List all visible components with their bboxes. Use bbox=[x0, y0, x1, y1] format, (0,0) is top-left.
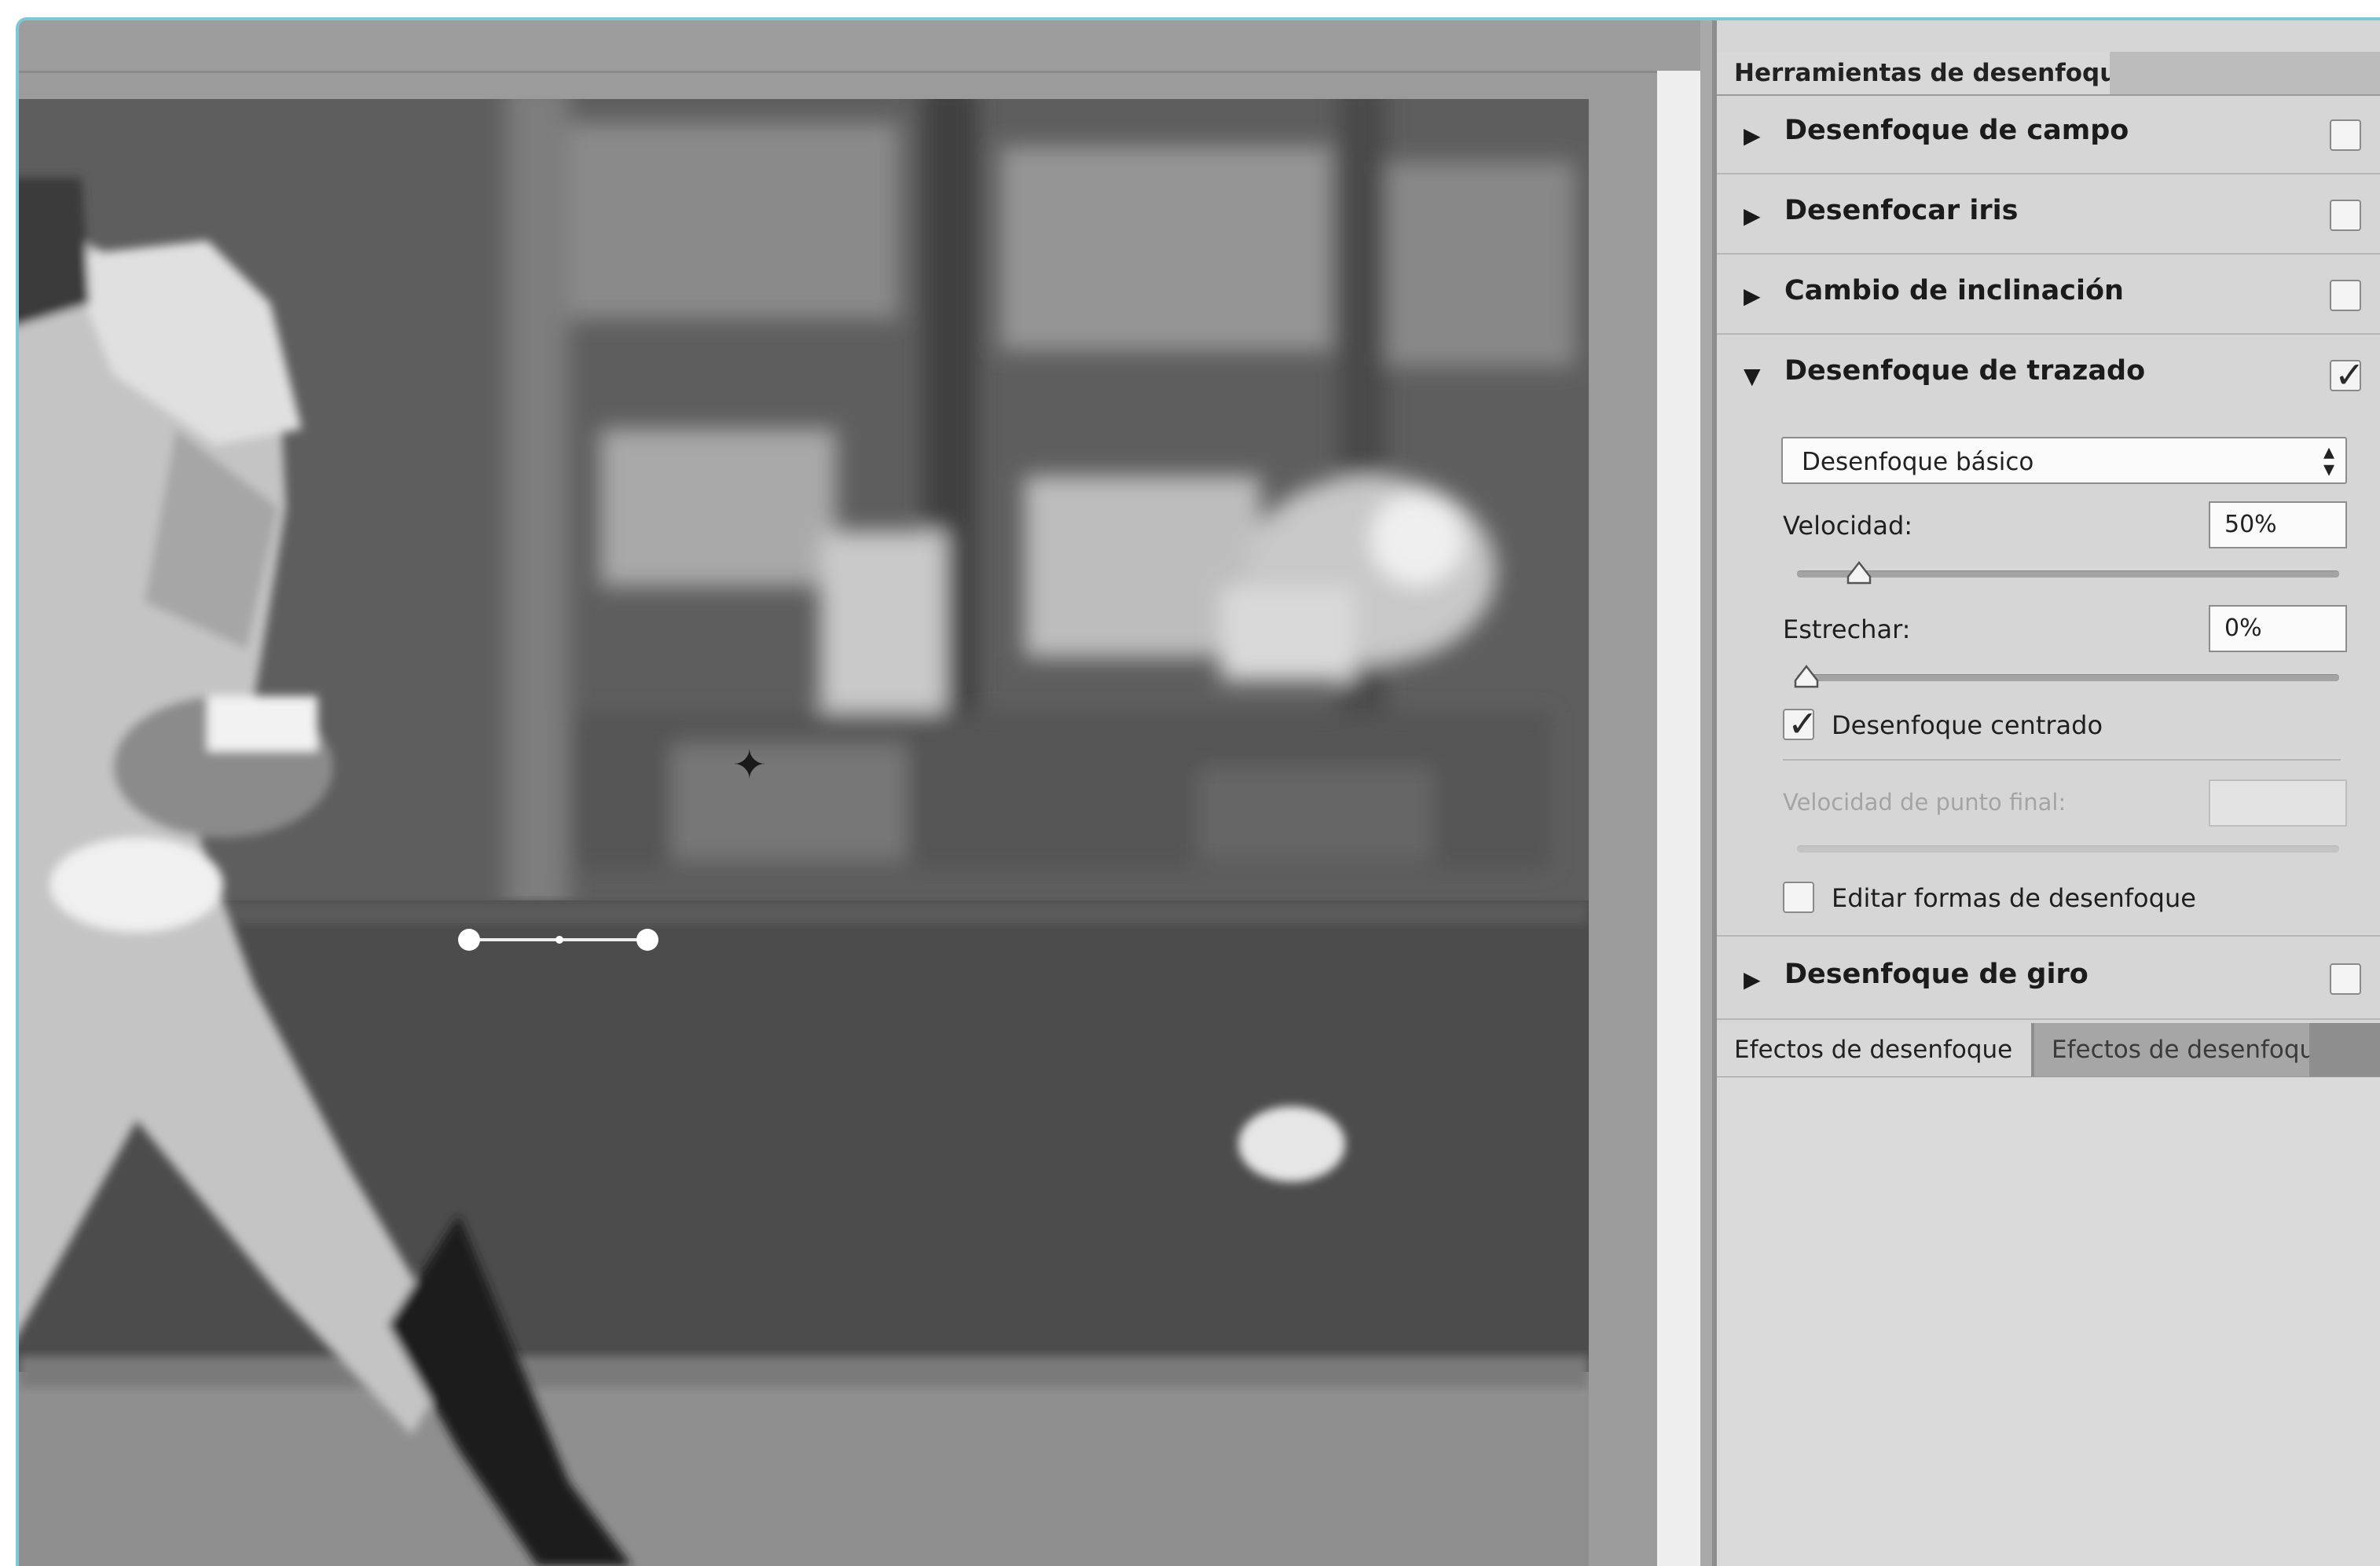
field-blur-checkbox[interactable] bbox=[2330, 119, 2361, 151]
photo-preview[interactable]: ✦ bbox=[19, 99, 1589, 1566]
edit-blur-shapes-checkbox[interactable] bbox=[1783, 882, 1814, 913]
section-label: Desenfoque de trazado bbox=[1784, 355, 2146, 387]
section-path-blur[interactable]: ▼ Desenfoque de trazado ✓ bbox=[1717, 336, 2380, 415]
section-spin-blur[interactable]: ▶ Desenfoque de giro bbox=[1717, 940, 2380, 1020]
end-point-speed-field bbox=[2209, 779, 2347, 827]
section-label: Desenfoque de campo bbox=[1784, 115, 2129, 146]
up-down-arrows-icon: ▴ ▾ bbox=[2323, 438, 2334, 482]
tab-blur-tools[interactable]: Herramientas de desenfoque bbox=[1717, 52, 2110, 94]
triangle-right-icon[interactable]: ▶ bbox=[1744, 123, 1761, 149]
triangle-right-icon[interactable]: ▶ bbox=[1744, 283, 1761, 309]
blur-effects-content bbox=[1717, 1077, 2380, 1566]
triangle-right-icon[interactable]: ▶ bbox=[1744, 203, 1761, 229]
photoshop-window: ✦ Herramientas de desenfoque ▶ Desenfoqu… bbox=[16, 17, 2380, 1566]
iris-blur-checkbox[interactable] bbox=[2330, 200, 2361, 231]
blur-effects-tabstrip: Efectos de desenfoque Efectos de desenfo… bbox=[1717, 1023, 2380, 1078]
centered-blur-checkbox[interactable]: ✓ bbox=[1783, 702, 1818, 745]
section-field-blur[interactable]: ▶ Desenfoque de campo bbox=[1717, 96, 2380, 174]
canvas-area[interactable]: ✦ bbox=[19, 20, 1700, 1566]
canvas-top-bar bbox=[19, 20, 1700, 73]
section-label: Cambio de inclinación bbox=[1784, 275, 2124, 306]
blur-mode-select[interactable]: Desenfoque básico ▴ ▾ bbox=[1781, 437, 2347, 484]
canvas-side-strip bbox=[1657, 71, 1700, 1566]
baseball-photo-image bbox=[19, 99, 1589, 1566]
edit-blur-shapes-label[interactable]: Editar formas de desenfoque bbox=[1832, 883, 2196, 913]
tab-blur-effects-2[interactable]: Efectos de desenfoque bbox=[2034, 1023, 2309, 1076]
blur-tools-panel: Herramientas de desenfoque ▶ Desenfoque … bbox=[1712, 20, 2380, 1566]
taper-slider-track[interactable] bbox=[1797, 674, 2339, 681]
tilt-shift-checkbox[interactable] bbox=[2330, 280, 2361, 311]
section-label: Desenfocar iris bbox=[1784, 195, 2019, 226]
divider bbox=[1783, 759, 2341, 761]
taper-field[interactable]: 0% bbox=[2209, 605, 2347, 652]
taper-label: Estrechar: bbox=[1783, 614, 1911, 644]
triangle-right-icon[interactable]: ▶ bbox=[1744, 966, 1761, 992]
speed-slider-track[interactable] bbox=[1797, 570, 2339, 578]
speed-field[interactable]: 50% bbox=[2209, 501, 2347, 548]
spin-blur-checkbox[interactable] bbox=[2330, 963, 2361, 995]
section-label: Desenfoque de giro bbox=[1784, 959, 2088, 990]
path-blur-checkbox[interactable]: ✓ bbox=[2330, 354, 2365, 396]
section-iris-blur[interactable]: ▶ Desenfocar iris bbox=[1717, 176, 2380, 255]
centered-blur-label[interactable]: Desenfoque centrado bbox=[1832, 710, 2103, 740]
section-tilt-shift[interactable]: ▶ Cambio de inclinación bbox=[1717, 256, 2380, 335]
blur-tools-tabstrip: Herramientas de desenfoque bbox=[1717, 52, 2380, 96]
checkmark-icon: ✓ bbox=[2334, 354, 2365, 396]
pin-add-cursor-icon: ✦ bbox=[732, 742, 767, 789]
blur-mode-value: Desenfoque básico bbox=[1802, 448, 2034, 476]
speed-label: Velocidad: bbox=[1783, 511, 1913, 541]
checkmark-icon: ✓ bbox=[1788, 702, 1818, 745]
end-point-speed-slider-track bbox=[1797, 845, 2339, 853]
divider bbox=[1717, 935, 2380, 937]
end-point-speed-label: Velocidad de punto final: bbox=[1783, 789, 2066, 816]
triangle-down-icon[interactable]: ▼ bbox=[1744, 363, 1761, 389]
tab-blur-effects[interactable]: Efectos de desenfoque bbox=[1717, 1023, 2031, 1076]
